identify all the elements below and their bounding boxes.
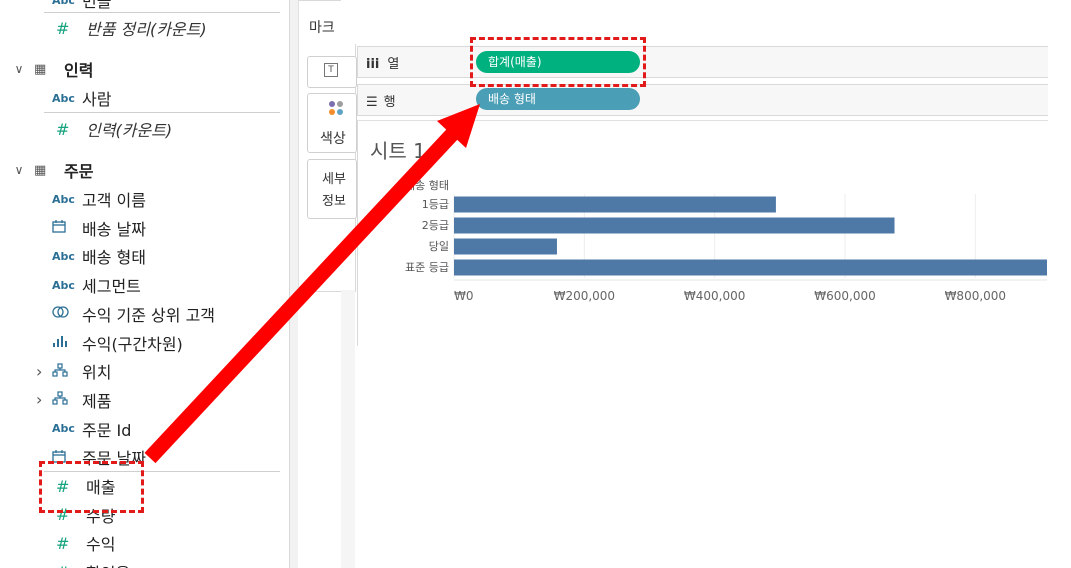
field-row[interactable]: › 제품: [36, 386, 111, 414]
color-label: 색상: [320, 131, 346, 147]
string-type-icon: Abc: [52, 278, 75, 292]
number-type-icon: #: [56, 18, 70, 38]
field-label: 할인율: [86, 560, 130, 568]
field-row[interactable]: 수익 기준 상위 고객: [52, 300, 215, 328]
table-group-orders[interactable]: ∨ ▦ 주문: [12, 156, 94, 184]
detail-button[interactable]: 세부 정보: [307, 159, 357, 219]
detail-label: 세부: [322, 172, 346, 187]
marks-title: 마크: [309, 20, 335, 36]
field-label: 세그먼트: [82, 277, 141, 297]
table-group-people[interactable]: ∨ ▦ 인력: [12, 55, 94, 83]
number-type-icon: #: [56, 119, 70, 139]
field-label: 반품 정리(카운트): [86, 20, 207, 39]
field-label: 배송 형태: [82, 248, 146, 268]
category-label: 2등급: [422, 219, 449, 232]
chevron-right-icon[interactable]: ›: [36, 362, 52, 381]
field-row[interactable]: #할인율: [52, 558, 130, 568]
field-label: 위치: [82, 363, 112, 383]
x-tick-label: ₩600,000: [814, 289, 876, 303]
bar[interactable]: [454, 259, 1047, 276]
table-name: 주문: [64, 162, 94, 181]
chevron-down-icon[interactable]: ∨: [12, 163, 26, 177]
field-label: 인력(카운트): [86, 121, 173, 140]
columns-icon: iii: [366, 57, 380, 72]
table-name: 인력: [64, 61, 94, 80]
field-label: 사람: [82, 90, 112, 109]
field-row[interactable]: › 위치: [36, 357, 111, 385]
field-row[interactable]: Abc 세그먼트: [52, 271, 141, 299]
bar-chart: 배송 형태 1등급 2등급당일표준 등급 ₩0 ₩200,000 ₩400,000 ₩600…: [405, 179, 1047, 303]
bar[interactable]: [454, 217, 895, 234]
field-row-people-count[interactable]: # 인력(카운트): [52, 115, 172, 143]
field-label: 수익: [86, 535, 116, 555]
color-button[interactable]: 색상: [307, 93, 357, 153]
rows-shelf-label: ☰ 행: [366, 95, 396, 110]
mark-type-dropdown[interactable]: T: [307, 56, 357, 88]
bar[interactable]: [454, 196, 776, 213]
number-type-icon: #: [52, 563, 86, 568]
bar[interactable]: [454, 238, 557, 255]
hierarchy-icon: [52, 391, 82, 408]
rows-icon: ☰: [366, 95, 378, 110]
field-row[interactable]: Abc 주문 Id: [52, 415, 131, 443]
divider: [44, 12, 280, 13]
columns-shelf[interactable]: iii 열: [357, 46, 1048, 78]
number-type-icon: #: [56, 533, 70, 553]
pane-splitter[interactable]: [290, 0, 298, 568]
field-row[interactable]: Abc 배송 형태: [52, 242, 146, 270]
x-tick-label: ₩800,000: [945, 289, 1007, 303]
toolbar-area: [341, 0, 1071, 44]
pane-splitter: [341, 290, 355, 568]
category-label: 표준 등급: [405, 261, 449, 274]
field-row[interactable]: Abc 고객 이름: [52, 185, 146, 213]
highlight-box-sales-field: [39, 461, 144, 513]
field-row[interactable]: # 수익: [52, 529, 115, 557]
hierarchy-icon: [52, 363, 82, 380]
row-header-label: 배송 형태: [405, 179, 449, 192]
field-label: 수익 기준 상위 고객: [82, 305, 216, 325]
string-type-icon: Abc: [52, 249, 75, 263]
field-label: 고객 이름: [82, 191, 146, 210]
field-label: 배송 날짜: [82, 219, 146, 239]
field-row[interactable]: 배송 날짜: [52, 214, 146, 242]
detail-label: 정보: [322, 194, 346, 209]
category-label: 당일: [429, 239, 449, 253]
table-icon: ▦: [34, 162, 47, 178]
text-mark-icon: T: [324, 63, 338, 77]
divider: [44, 112, 280, 113]
field-label: 주문 Id: [82, 420, 132, 440]
field-label: 제품: [82, 391, 112, 411]
field-label: 수익(구간차원): [82, 334, 183, 354]
calendar-icon: [52, 219, 82, 236]
string-type-icon: Abc: [52, 192, 75, 206]
color-dots-icon: [328, 100, 348, 124]
bin-icon: [52, 334, 82, 351]
ship-mode-pill[interactable]: 배송 형태: [476, 88, 640, 110]
highlight-box-columns-pill: [470, 37, 646, 87]
category-label: 1등급: [422, 198, 449, 211]
columns-shelf-label: iii 열: [366, 57, 400, 72]
x-tick-label: ₩200,000: [554, 289, 616, 303]
string-type-icon: Abc: [52, 422, 75, 436]
string-type-icon: Abc: [52, 0, 75, 7]
field-row[interactable]: 수익(구간차원): [52, 329, 183, 357]
string-type-icon: Abc: [52, 91, 75, 105]
set-icon: [52, 305, 82, 322]
chevron-right-icon[interactable]: ›: [36, 390, 52, 409]
x-tick-label: ₩400,000: [684, 289, 746, 303]
field-row-returns-count[interactable]: # 반품 정리(카운트): [52, 14, 207, 42]
table-icon: ▦: [34, 61, 47, 77]
chevron-down-icon[interactable]: ∨: [12, 62, 26, 76]
field-row-person[interactable]: Abc 사람: [52, 84, 111, 112]
field-label: 번들: [82, 0, 112, 11]
rows-shelf[interactable]: ☰ 행: [357, 84, 1048, 116]
x-tick-label: ₩0: [454, 289, 474, 303]
